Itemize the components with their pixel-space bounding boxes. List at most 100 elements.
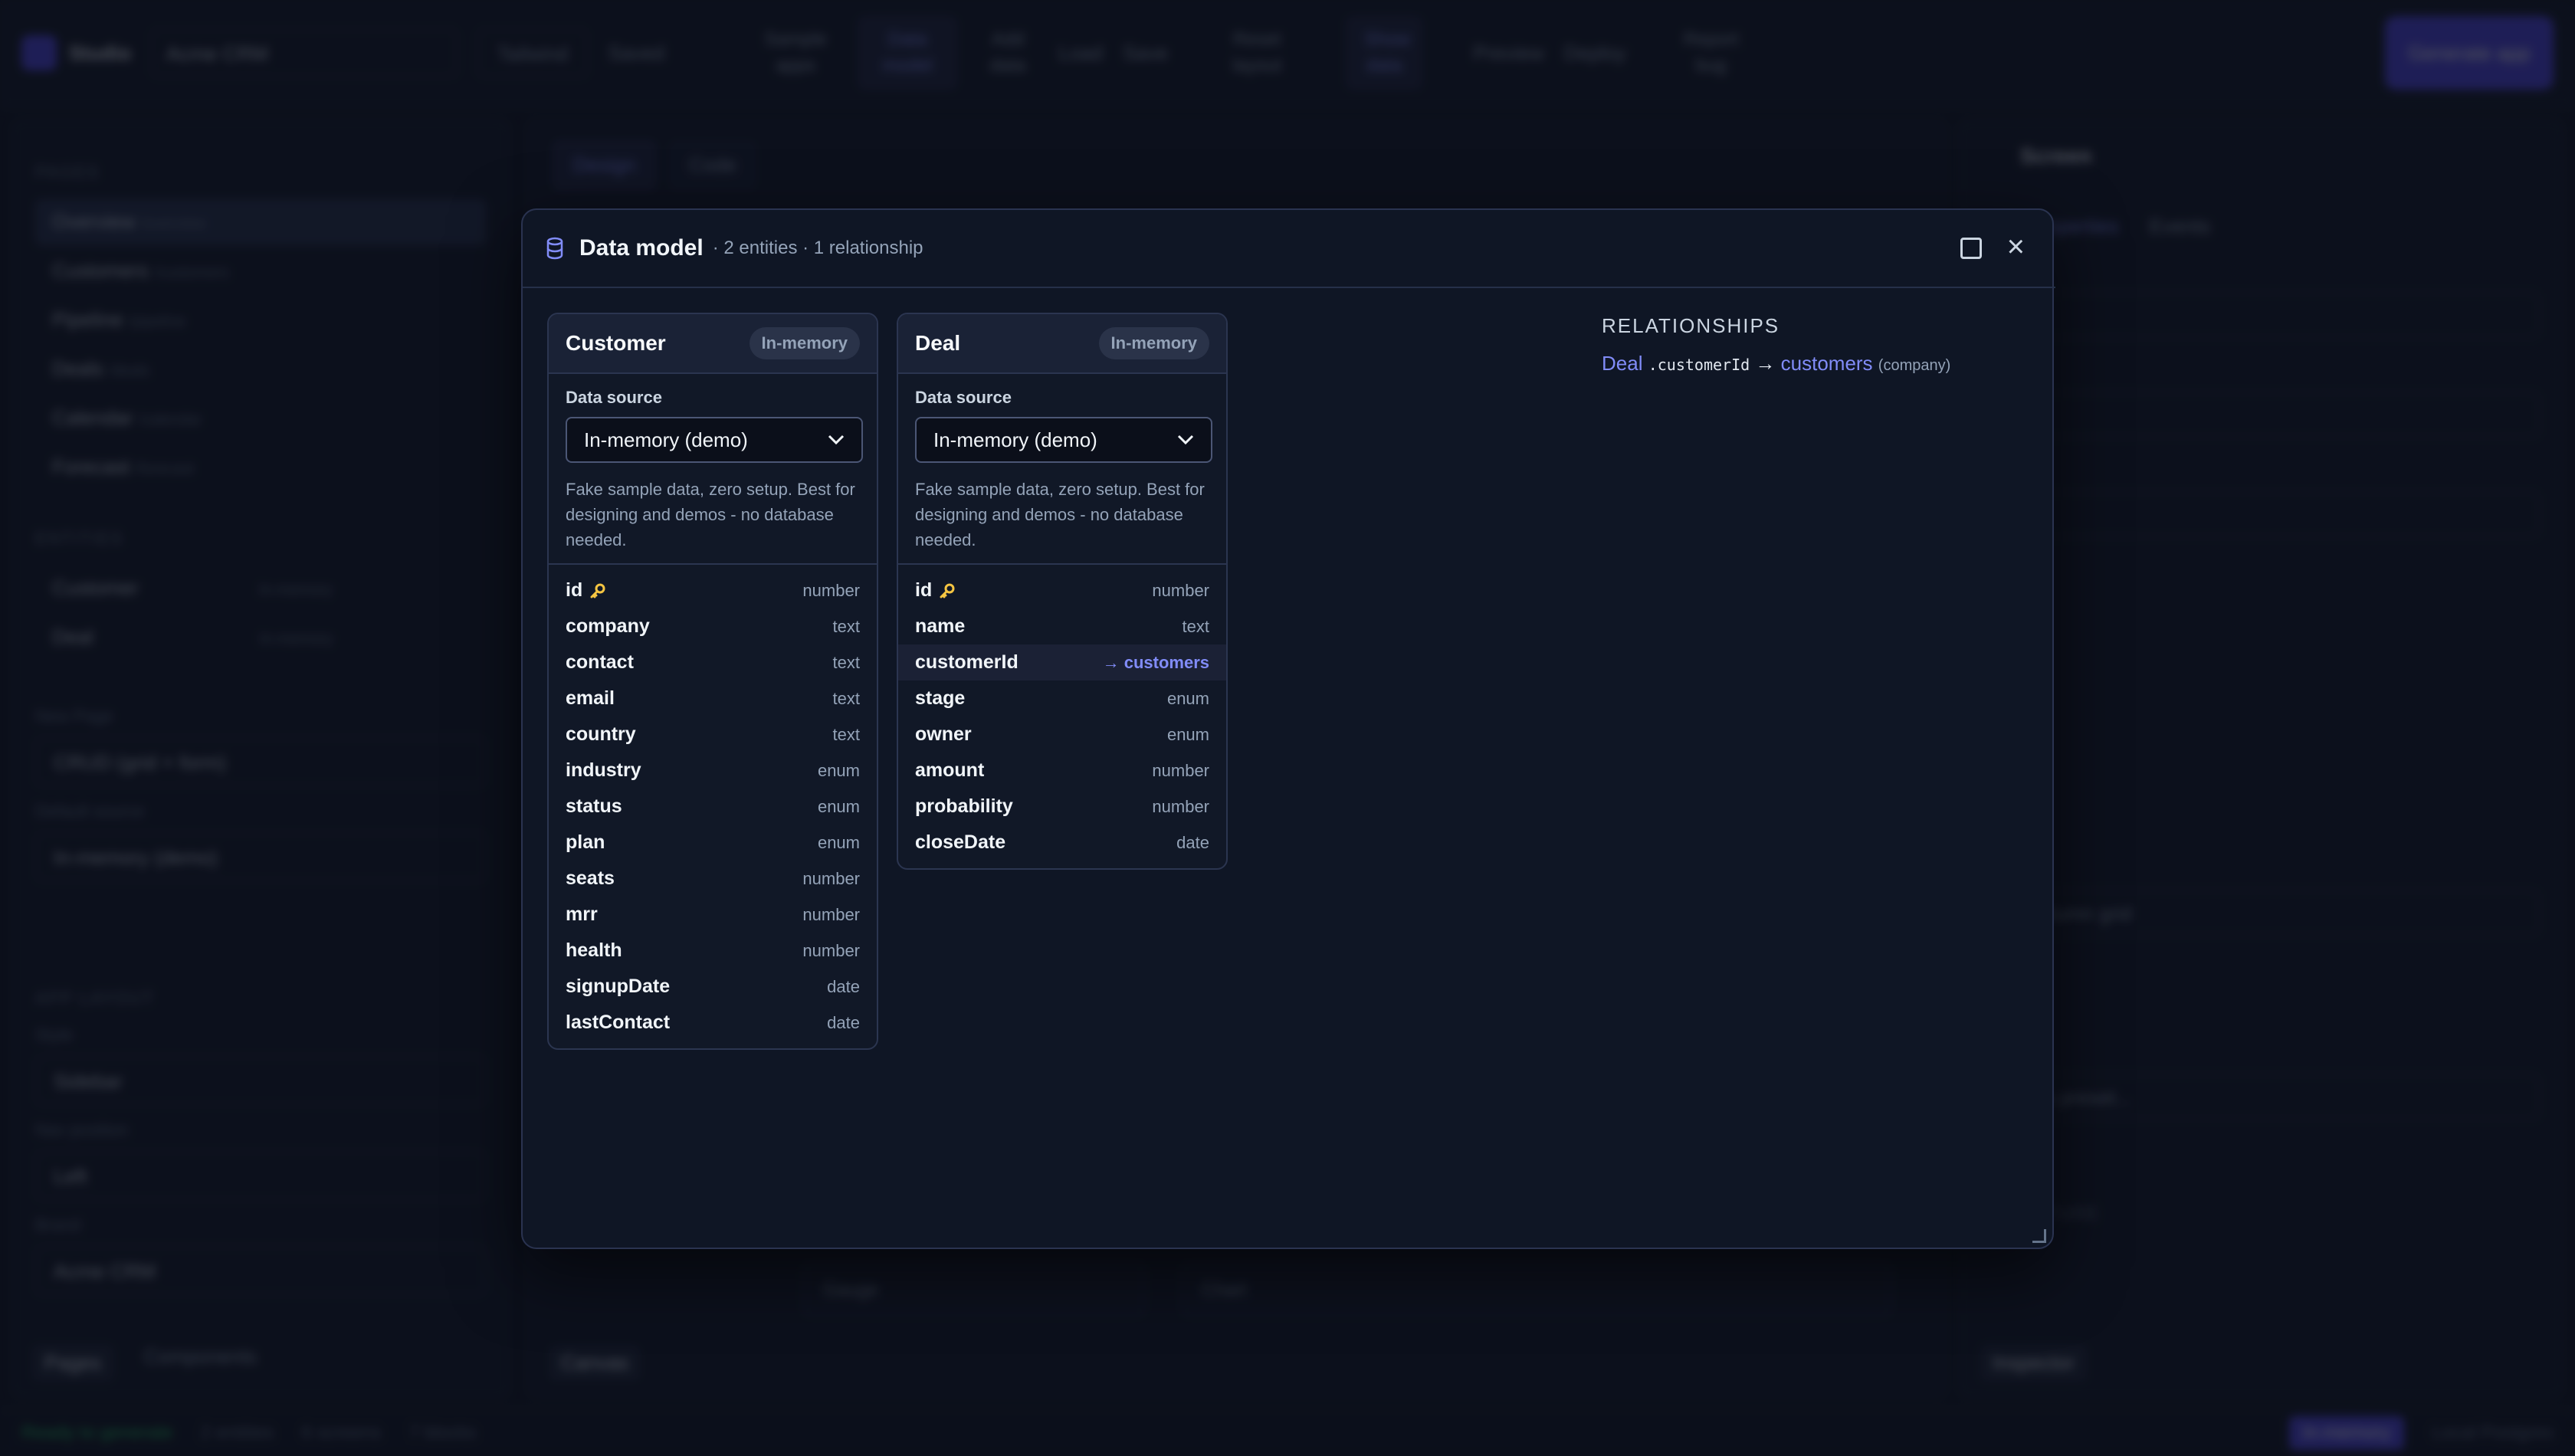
field-name: company [566, 615, 650, 638]
key-icon [940, 583, 955, 598]
field-name-text: status [566, 795, 622, 817]
field-row[interactable]: closeDate date [898, 825, 1226, 861]
field-type: enum [817, 832, 860, 852]
field-name-text: contact [566, 651, 634, 673]
field-row[interactable]: seats number [549, 861, 877, 897]
field-name-text: name [915, 615, 966, 637]
relationship-via: (company) [1878, 357, 1951, 374]
field-type: date [827, 976, 860, 996]
field-type: enum [817, 796, 860, 816]
storage-badge[interactable]: In-memory [1098, 327, 1209, 359]
field-name-text: seats [566, 867, 615, 889]
field-name: owner [915, 723, 972, 746]
relationship-item[interactable]: Deal .customerId → customers (company) [1602, 352, 1950, 375]
field-row[interactable]: country text [549, 717, 877, 753]
field-name: industry [566, 759, 641, 782]
entity-card-header: Customer In-memory [549, 314, 877, 374]
field-name: customerId [915, 651, 1019, 674]
field-name-text: industry [566, 759, 641, 781]
field-name-text: probability [915, 795, 1013, 817]
modal-subtitle: · 2 entities · 1 relationship [712, 238, 923, 258]
data-source-section: Data source In-memory (demo) Fake sample… [898, 374, 1226, 565]
data-source-section: Data source In-memory (demo) Fake sample… [549, 374, 877, 565]
data-source-select[interactable]: In-memory (demo) [915, 417, 1212, 463]
field-row[interactable]: amount number [898, 753, 1226, 789]
field-row[interactable]: id number [898, 572, 1226, 608]
field-row[interactable]: health number [549, 933, 877, 969]
resize-handle[interactable] [2032, 1229, 2046, 1243]
chevron-down-icon [1177, 435, 1194, 445]
field-row[interactable]: id number [549, 572, 877, 608]
field-name: id [915, 579, 955, 602]
field-type: enum [1166, 724, 1209, 744]
maximize-icon[interactable] [1960, 238, 1982, 259]
field-type: number [802, 868, 860, 888]
close-icon[interactable]: × [2007, 231, 2025, 262]
modal-title: Data model [579, 235, 704, 261]
field-name: status [566, 795, 622, 818]
field-name-text: lastContact [566, 1012, 671, 1033]
chevron-down-icon [828, 435, 845, 445]
field-name: amount [915, 759, 984, 782]
data-source-value: In-memory (demo) [584, 428, 748, 451]
field-row[interactable]: stage enum [898, 680, 1226, 717]
field-name: email [566, 687, 615, 710]
field-name: health [566, 940, 622, 962]
data-model-modal: Data model · 2 entities · 1 relationship… [521, 208, 2055, 1249]
data-source-description: Fake sample data, zero setup. Best for d… [566, 480, 855, 549]
data-source-select[interactable]: In-memory (demo) [566, 417, 863, 463]
field-name-text: stage [915, 687, 966, 709]
storage-badge[interactable]: In-memory [749, 327, 860, 359]
field-row[interactable]: contact text [549, 644, 877, 680]
field-name: closeDate [915, 831, 1005, 854]
field-name: signupDate [566, 976, 670, 998]
database-icon [546, 237, 563, 260]
field-list: id number company text contact text email text c… [549, 565, 877, 1048]
field-row[interactable]: signupDate date [549, 969, 877, 1005]
entity-card-customer: Customer In-memory Data source In-memory… [547, 313, 878, 1050]
field-name-text: owner [915, 723, 972, 745]
field-type: number [1152, 796, 1209, 816]
field-row[interactable]: status enum [549, 789, 877, 825]
data-source-value: In-memory (demo) [933, 428, 1097, 451]
field-name-text: health [566, 940, 622, 961]
field-row[interactable]: name text [898, 608, 1226, 644]
field-name: id [566, 579, 605, 602]
field-type: text [832, 616, 860, 636]
field-list: id number name text customerId → customers sta… [898, 565, 1226, 868]
field-row[interactable]: customerId → customers [898, 644, 1226, 680]
field-type: number [802, 904, 860, 924]
field-name-text: id [566, 579, 583, 601]
field-row[interactable]: plan enum [549, 825, 877, 861]
key-icon [590, 583, 605, 598]
entity-card-deal: Deal In-memory Data source In-memory (de… [897, 313, 1228, 870]
field-name: mrr [566, 903, 598, 926]
field-row[interactable]: mrr number [549, 897, 877, 933]
field-name-text: country [566, 723, 636, 745]
field-row[interactable]: industry enum [549, 753, 877, 789]
field-name-text: plan [566, 831, 605, 853]
field-row[interactable]: email text [549, 680, 877, 717]
field-name: lastContact [566, 1012, 670, 1034]
field-name-text: signupDate [566, 976, 671, 997]
field-type: enum [817, 760, 860, 780]
field-type: number [802, 940, 860, 960]
field-reference[interactable]: → customers [1103, 653, 1209, 673]
relationships-header: RELATIONSHIPS [1602, 314, 1780, 337]
relationship-arrow: → [1755, 352, 1776, 375]
relationship-from: Deal [1602, 352, 1643, 375]
field-name-text: email [566, 687, 615, 709]
entity-card-header: Deal In-memory [898, 314, 1226, 374]
field-name: plan [566, 831, 605, 854]
field-type: number [1152, 760, 1209, 780]
field-row[interactable]: company text [549, 608, 877, 644]
field-row[interactable]: lastContact date [549, 1005, 877, 1041]
relationship-field: .customerId [1648, 356, 1750, 374]
field-row[interactable]: probability number [898, 789, 1226, 825]
field-type: text [832, 724, 860, 744]
field-name-text: amount [915, 759, 985, 781]
field-name: stage [915, 687, 965, 710]
field-row[interactable]: owner enum [898, 717, 1226, 753]
data-source-label: Data source [915, 388, 1012, 407]
data-source-label: Data source [566, 388, 662, 407]
